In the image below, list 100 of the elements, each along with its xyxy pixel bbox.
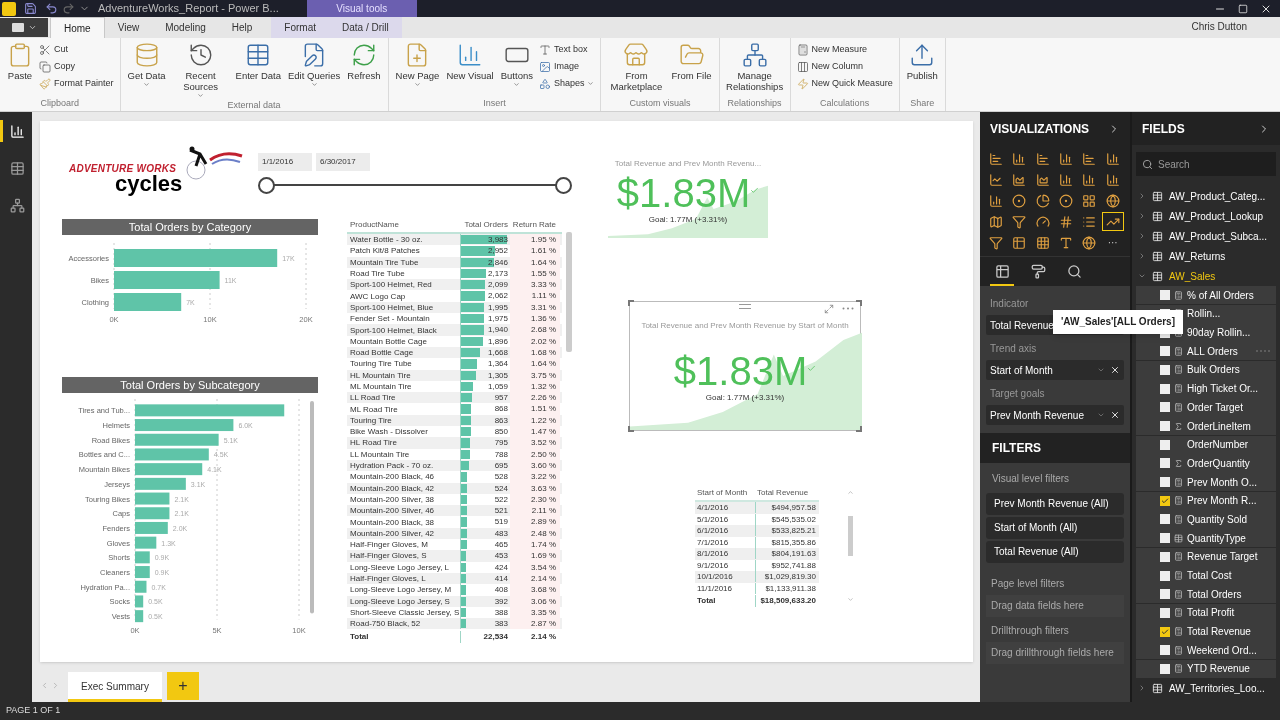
table-cell-text: Mountain-200 Black, 38 [349,516,436,528]
visual-title: Total Revenue and Prev Month Revenue by Start of Month [641,320,849,332]
table-cell-text: AWC Logo Cap [349,290,407,302]
table-cell-text: ML Mountain Tire [349,381,413,392]
table-cell: $1,133,911.38 [755,582,819,594]
table-cell-text: Mountain Tire Tube [349,256,420,268]
table-cell-text: 4/1/2016 [696,502,730,514]
table-cell-text: Road Tire Tube [349,268,406,280]
table-cell-text: Total [696,595,717,607]
table-cell: 1,896 [460,335,510,347]
group-label: Custom visuals [628,97,692,109]
table-cell-text: Mountain-200 Silver, 46 [349,505,436,517]
table-cell-text: Fender Set - Mountain [349,313,431,325]
table-cell: 22,534 [460,631,510,644]
table-cell: $545,535.02 [755,513,819,525]
table-cell: 3.75 % [510,369,560,381]
chart-title: Total Orders by Category [62,219,318,235]
well-label: Indicator [989,297,1030,311]
table-cell-text: Mountain-200 Silver, 42 [349,527,436,539]
panel-title: FIELDS [1142,120,1185,138]
table-cell-text: Long-Sleeve Logo Jersey, L [349,561,451,573]
table-cell: $533,825.21 [755,525,819,537]
filter-section-label: Page level filters [990,577,1066,591]
user-name: Chris Dutton [1191,20,1247,34]
tooltip: 'AW_Sales'[ALL Orders] [1052,310,1183,334]
context-header: Visual tools [306,0,417,17]
table-cell-text: HL Mountain Tire [349,369,412,381]
group-label: External data [226,99,282,111]
table-cell: 1,305 [460,369,510,381]
table-cell: 1.51 % [510,403,560,415]
table-cell-text: Half-Finger Gloves, S [349,550,428,562]
kpi-goal: Goal: 1.77M (+3.31%) [648,214,728,226]
table-cell-text: Road-750 Black, 52 [349,618,422,630]
table-cell-text: Touring Tire [349,414,393,426]
chart-title: Total Orders by Subcategory [62,377,318,393]
table-cell: 1.36 % [510,313,560,325]
table-cell-text: 9/1/2016 [696,559,730,571]
group-label: Calculations [819,97,871,109]
table-cell-text: Sport-100 Helmet, Blue [349,301,435,313]
table-cell-text: Sport-100 Helmet, Black [349,324,438,336]
panel-title: FILTERS [992,440,1042,457]
group-label: Share [909,97,936,109]
table-cell: 1,364 [460,358,510,370]
table-cell-text: ML Road Tire [349,403,399,415]
table-cell-text: LL Mountain Tire [349,448,411,460]
table-cell-text: Mountain-200 Silver, 38 [349,493,436,505]
table-cell: 1.11 % [510,290,560,302]
well-label: Trend axis [989,342,1038,356]
table-cell-text: 2.14 % [530,631,557,644]
table-cell: $952,741.88 [755,559,819,571]
table-cell-text: 7/1/2016 [696,536,730,548]
table-cell: 1,940 [460,324,510,336]
table-cell: 1.69 % [510,550,560,562]
table-cell: 2.68 % [510,324,560,336]
table-cell: 2.26 % [510,392,560,404]
table-cell-text: Mountain Bottle Cage [349,335,428,347]
table-cell-text: Long-Sleeve Logo Jersey, S [349,595,451,607]
table-cell-text: Water Bottle - 30 oz. [349,234,424,246]
table-cell-text: Hydration Pack - 70 oz. [349,460,435,472]
table-cell: 3.52 % [510,437,560,449]
kpi-value: $1.83M [673,350,808,392]
filter-section-label: Visual level filters [991,472,1071,486]
table-cell-text: Sport-100 Helmet, Red [349,279,433,291]
table-cell: 3.68 % [510,584,560,596]
table-cell-text: Bike Wash - Dissolver [349,426,429,438]
table-cell: 1.64 % [510,358,560,370]
table-cell-text: Road Bottle Cage [349,347,415,359]
table-cell-text: Long-Sleeve Logo Jersey, M [349,584,453,596]
table-cell: 2,062 [460,290,510,302]
group-label: Relationships [726,97,783,109]
table-cell: 1.95 % [510,234,560,246]
table-cell-text: Mountain-200 Black, 42 [349,482,436,494]
table-cell-text: Patch Kit/8 Patches [349,245,421,257]
table-cell-text: Short-Sleeve Classic Jersey, S [349,606,460,618]
table-cell: 2.50 % [510,448,560,460]
filter-section-label: Drillthrough filters [990,624,1070,638]
table-cell: $1,029,819.30 [755,571,819,583]
table-cell: 3.06 % [510,595,560,607]
table-cell: $815,355.86 [755,536,819,548]
group-label: Clipboard [39,97,81,109]
table-cell: $804,191.63 [755,548,819,560]
status-text: PAGE 1 OF 1 [6,704,61,718]
visual-title: Total Revenue and Prev Month Revenu... [614,158,762,170]
table-cell-text: Touring Tire Tube [349,358,413,370]
table-cell-text: 11/1/2016 [696,582,733,594]
table-cell: 2.11 % [510,505,560,517]
table-cell: $494,957.58 [755,502,819,514]
table-cell-text: Half-Finger Gloves, M [349,539,429,551]
panel-title: VISUALIZATIONS [990,120,1090,138]
table-cell: 3.63 % [510,482,560,494]
logo-text: cycles [115,174,183,194]
table-cell-text: Mountain-200 Black, 46 [349,471,436,483]
kpi-goal: Goal: 1.77M (+3.31%) [705,392,785,404]
table-cell: 1.74 % [510,539,560,551]
table-cell: 1.64 % [510,256,560,268]
table-cell-text: Half-Finger Gloves, L [349,573,427,585]
table-cell: 3.54 % [510,561,560,573]
table-cell-text: 8/1/2016 [696,548,730,560]
group-label: Insert [482,97,507,109]
table-cell: 2.02 % [510,335,560,347]
